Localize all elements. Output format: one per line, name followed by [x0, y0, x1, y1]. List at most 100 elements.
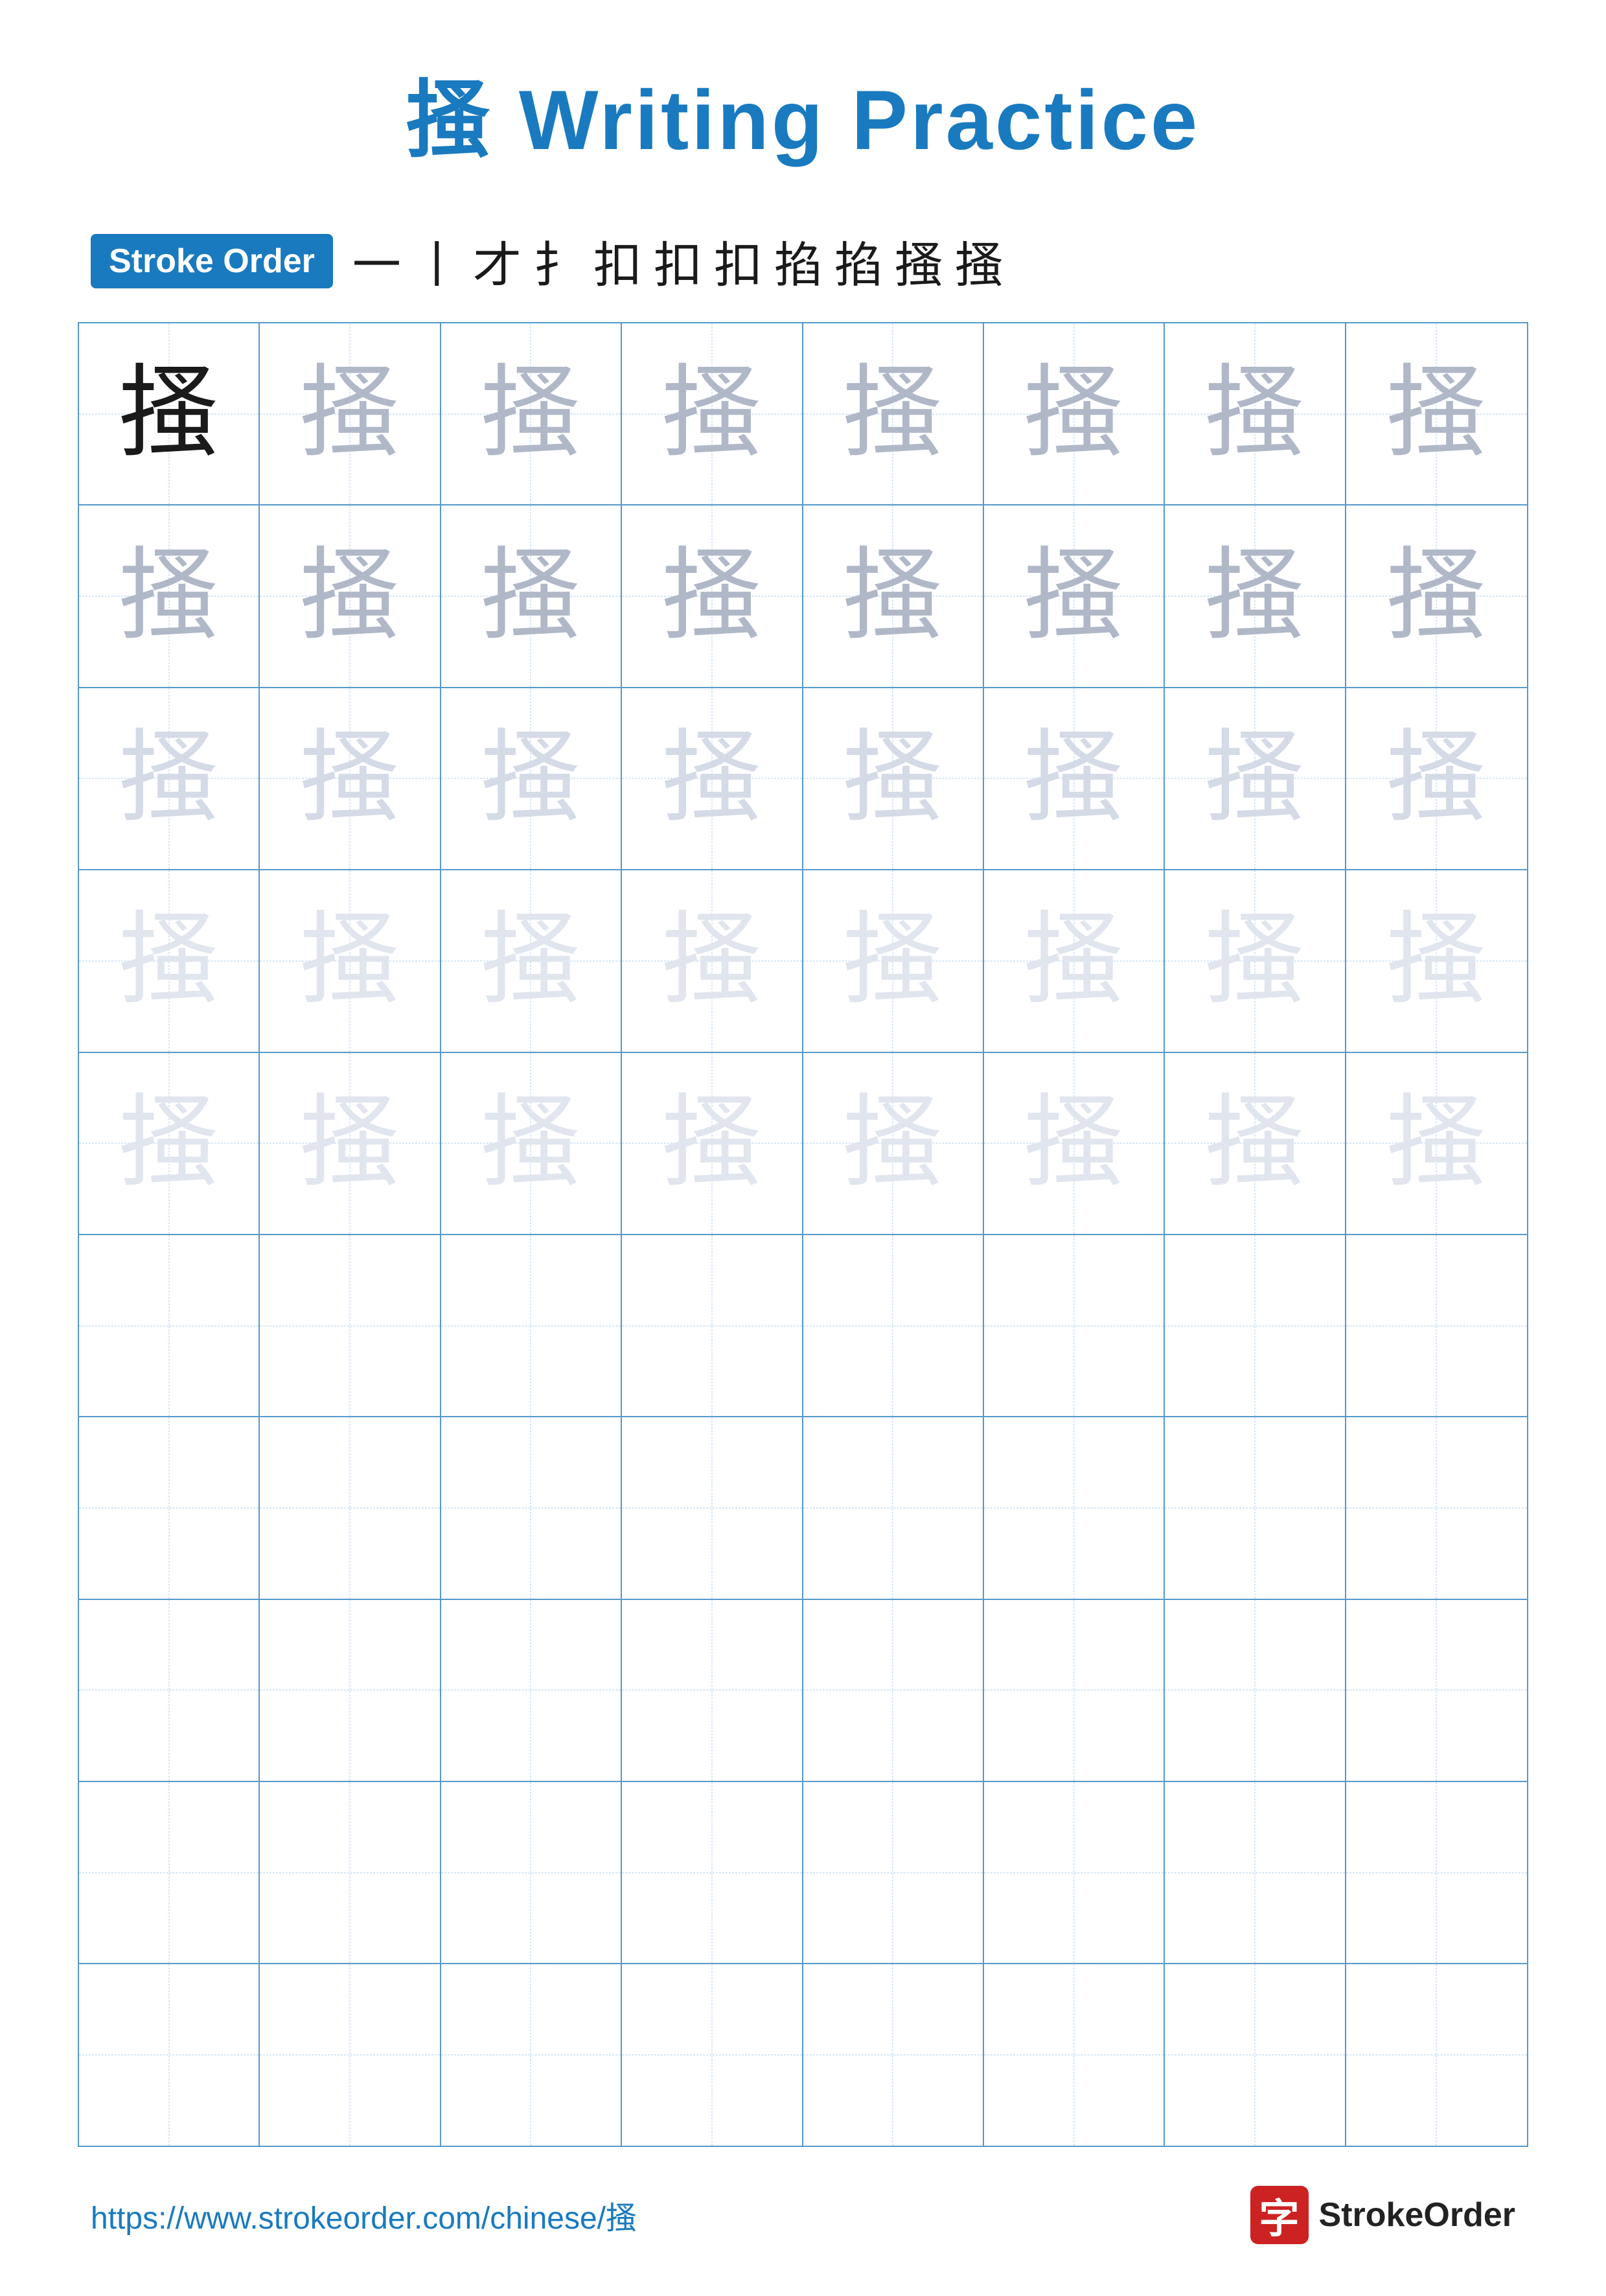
grid-cell-7-8[interactable] — [1346, 1417, 1527, 1598]
grid-cell-3-3[interactable]: 搔 — [441, 688, 622, 869]
grid-cell-9-1[interactable] — [79, 1782, 260, 1963]
grid-cell-6-1[interactable] — [79, 1235, 260, 1416]
stroke-sequence: 一 丨 才 扌 扣 扣 扣 掐 掐 搔 搔 — [352, 226, 1004, 296]
practice-char: 搔 — [1024, 546, 1124, 647]
grid-row-5: 搔 搔 搔 搔 搔 搔 搔 搔 — [79, 1053, 1527, 1235]
grid-cell-8-2[interactable] — [260, 1600, 441, 1781]
grid-cell-2-2[interactable]: 搔 — [260, 505, 441, 686]
grid-cell-6-7[interactable] — [1165, 1235, 1346, 1416]
grid-cell-8-7[interactable] — [1165, 1600, 1346, 1781]
grid-cell-7-6[interactable] — [984, 1417, 1165, 1598]
grid-cell-5-4[interactable]: 搔 — [622, 1053, 803, 1234]
practice-char: 搔 — [843, 910, 943, 1011]
grid-cell-8-6[interactable] — [984, 1600, 1165, 1781]
grid-cell-2-8[interactable]: 搔 — [1346, 505, 1527, 686]
practice-char: 搔 — [1024, 728, 1124, 829]
grid-cell-3-8[interactable]: 搔 — [1346, 688, 1527, 869]
grid-cell-8-3[interactable] — [441, 1600, 622, 1781]
grid-cell-10-3[interactable] — [441, 1964, 622, 2145]
grid-cell-8-8[interactable] — [1346, 1600, 1527, 1781]
grid-cell-6-5[interactable] — [803, 1235, 984, 1416]
grid-cell-2-1[interactable]: 搔 — [79, 505, 260, 686]
grid-cell-1-8[interactable]: 搔 — [1346, 323, 1527, 504]
grid-cell-6-4[interactable] — [622, 1235, 803, 1416]
grid-cell-10-6[interactable] — [984, 1964, 1165, 2145]
grid-cell-5-5[interactable]: 搔 — [803, 1053, 984, 1234]
grid-cell-2-6[interactable]: 搔 — [984, 505, 1165, 686]
grid-cell-6-8[interactable] — [1346, 1235, 1527, 1416]
grid-cell-1-7[interactable]: 搔 — [1165, 323, 1346, 504]
grid-cell-7-3[interactable] — [441, 1417, 622, 1598]
grid-cell-5-6[interactable]: 搔 — [984, 1053, 1165, 1234]
grid-row-6 — [79, 1235, 1527, 1417]
grid-cell-3-7[interactable]: 搔 — [1165, 688, 1346, 869]
grid-cell-7-7[interactable] — [1165, 1417, 1346, 1598]
grid-cell-10-2[interactable] — [260, 1964, 441, 2145]
stroke-order-badge: Stroke Order — [91, 234, 333, 288]
grid-cell-1-6[interactable]: 搔 — [984, 323, 1165, 504]
grid-cell-10-7[interactable] — [1165, 1964, 1346, 2145]
grid-cell-4-6[interactable]: 搔 — [984, 870, 1165, 1051]
grid-cell-4-1[interactable]: 搔 — [79, 870, 260, 1051]
practice-char: 搔 — [1204, 364, 1305, 464]
grid-cell-8-4[interactable] — [622, 1600, 803, 1781]
grid-cell-4-3[interactable]: 搔 — [441, 870, 622, 1051]
grid-cell-9-4[interactable] — [622, 1782, 803, 1963]
grid-cell-2-7[interactable]: 搔 — [1165, 505, 1346, 686]
grid-cell-5-3[interactable]: 搔 — [441, 1053, 622, 1234]
grid-cell-9-6[interactable] — [984, 1782, 1165, 1963]
grid-cell-5-2[interactable]: 搔 — [260, 1053, 441, 1234]
grid-cell-7-1[interactable] — [79, 1417, 260, 1598]
grid-cell-6-3[interactable] — [441, 1235, 622, 1416]
practice-char: 搔 — [661, 910, 762, 1011]
grid-cell-7-5[interactable] — [803, 1417, 984, 1598]
grid-cell-4-7[interactable]: 搔 — [1165, 870, 1346, 1051]
grid-cell-9-8[interactable] — [1346, 1782, 1527, 1963]
grid-cell-8-1[interactable] — [79, 1600, 260, 1781]
grid-cell-9-7[interactable] — [1165, 1782, 1346, 1963]
grid-cell-10-1[interactable] — [79, 1964, 260, 2145]
grid-cell-3-1[interactable]: 搔 — [79, 688, 260, 869]
practice-char: 搔 — [1204, 910, 1305, 1011]
grid-cell-4-2[interactable]: 搔 — [260, 870, 441, 1051]
grid-cell-7-2[interactable] — [260, 1417, 441, 1598]
grid-cell-6-6[interactable] — [984, 1235, 1165, 1416]
grid-cell-1-4[interactable]: 搔 — [622, 323, 803, 504]
grid-cell-4-4[interactable]: 搔 — [622, 870, 803, 1051]
grid-cell-3-4[interactable]: 搔 — [622, 688, 803, 869]
practice-char: 搔 — [1386, 546, 1487, 647]
grid-cell-5-1[interactable]: 搔 — [79, 1053, 260, 1234]
grid-row-1: 搔 搔 搔 搔 搔 搔 搔 搔 — [79, 323, 1527, 505]
grid-cell-9-5[interactable] — [803, 1782, 984, 1963]
stroke-4: 扌 — [533, 226, 582, 296]
grid-cell-1-1[interactable]: 搔 — [79, 323, 260, 504]
grid-cell-2-5[interactable]: 搔 — [803, 505, 984, 686]
grid-cell-3-2[interactable]: 搔 — [260, 688, 441, 869]
grid-cell-9-3[interactable] — [441, 1782, 622, 1963]
grid-cell-1-5[interactable]: 搔 — [803, 323, 984, 504]
grid-cell-5-7[interactable]: 搔 — [1165, 1053, 1346, 1234]
grid-cell-4-8[interactable]: 搔 — [1346, 870, 1527, 1051]
grid-cell-10-5[interactable] — [803, 1964, 984, 2145]
grid-cell-5-8[interactable]: 搔 — [1346, 1053, 1527, 1234]
grid-cell-8-5[interactable] — [803, 1600, 984, 1781]
grid-cell-1-3[interactable]: 搔 — [441, 323, 622, 504]
grid-cell-7-4[interactable] — [622, 1417, 803, 1598]
page-title: 搔 Writing Practice — [406, 52, 1200, 174]
grid-cell-2-4[interactable]: 搔 — [622, 505, 803, 686]
grid-cell-10-8[interactable] — [1346, 1964, 1527, 2145]
grid-cell-3-5[interactable]: 搔 — [803, 688, 984, 869]
practice-char: 搔 — [843, 364, 943, 464]
stroke-10: 搔 — [895, 226, 943, 296]
brand-icon: 字 — [1250, 2186, 1309, 2244]
grid-cell-2-3[interactable]: 搔 — [441, 505, 622, 686]
grid-cell-4-5[interactable]: 搔 — [803, 870, 984, 1051]
grid-cell-10-4[interactable] — [622, 1964, 803, 2145]
grid-cell-1-2[interactable]: 搔 — [260, 323, 441, 504]
grid-row-8 — [79, 1600, 1527, 1782]
grid-cell-6-2[interactable] — [260, 1235, 441, 1416]
grid-cell-9-2[interactable] — [260, 1782, 441, 1963]
grid-cell-3-6[interactable]: 搔 — [984, 688, 1165, 869]
footer-url[interactable]: https://www.strokeorder.com/chinese/搔 — [91, 2192, 637, 2238]
practice-char: 搔 — [300, 1093, 400, 1194]
